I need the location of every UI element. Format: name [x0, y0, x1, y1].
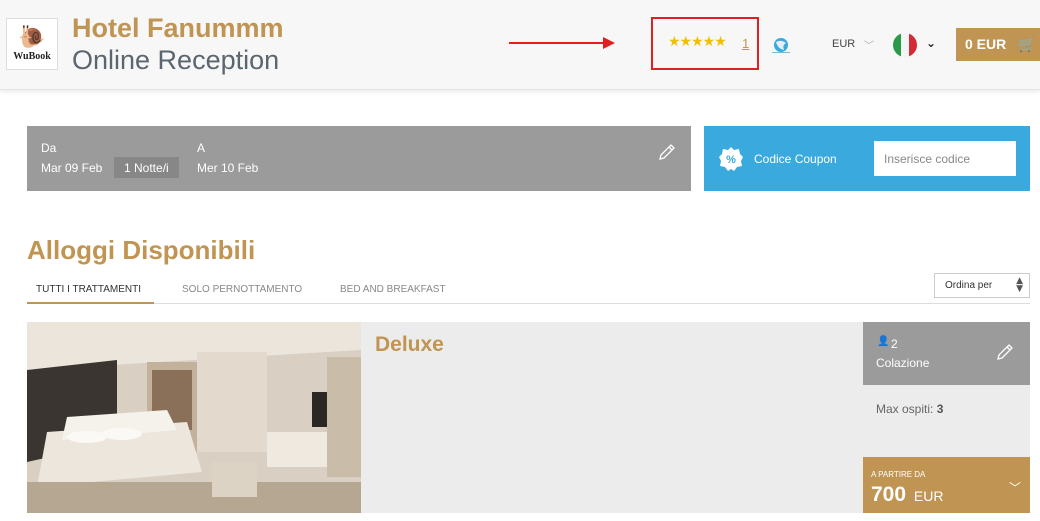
rating-stars: ★★★★★: [668, 34, 727, 50]
price-amount: 700: [871, 483, 907, 506]
price-label: A partire da: [871, 470, 926, 479]
max-guests-value: 3: [936, 402, 944, 416]
room-card: Deluxe: [27, 322, 863, 513]
guest-count: 2: [891, 337, 898, 351]
globe-underline: [772, 52, 790, 53]
meal-plan-tabs: Tutti i trattamenti Solo pernottamento B…: [27, 278, 1030, 304]
hotel-name: Hotel Fanummm: [72, 13, 284, 43]
tab-room-only[interactable]: Solo pernottamento: [182, 284, 302, 295]
checkin-date: Mar 09 Feb: [41, 161, 103, 175]
price-button[interactable]: A partire da 700 EUR ﹀: [863, 457, 1030, 513]
checkin-label: Da: [41, 141, 57, 155]
italy-flag-icon[interactable]: [893, 33, 917, 57]
tab-all-plans[interactable]: Tutti i trattamenti: [36, 284, 141, 295]
rate-panel: 👤 2 Colazione Max ospiti: 3 A partire da…: [863, 322, 1030, 513]
svg-text:%: %: [726, 154, 736, 166]
price-currency: EUR: [913, 488, 944, 504]
chevron-down-icon[interactable]: ⌄: [926, 36, 936, 50]
active-tab-indicator: [27, 302, 154, 304]
nights-badge: 1 Notte/i: [114, 157, 179, 178]
discount-badge-icon: %: [719, 147, 743, 171]
header: 🐌 WuBook Hotel Fanummm Online Reception …: [0, 0, 1040, 90]
checkout-date: Mer 10 Feb: [197, 161, 259, 175]
price-value: 700 EUR: [871, 483, 943, 507]
sort-label: Ordina per: [945, 280, 993, 291]
section-title: Alloggi Disponibili: [27, 235, 256, 265]
cart-icon: 🛒: [1018, 37, 1036, 53]
chevron-down-icon[interactable]: ﹀: [864, 37, 874, 52]
room-photo[interactable]: [27, 322, 361, 513]
coupon-label: Codice Coupon: [754, 152, 837, 166]
wubook-logo[interactable]: 🐌 WuBook: [6, 18, 58, 70]
cart-total: 0 EUR: [965, 36, 1007, 52]
chevron-down-icon: ﹀: [1009, 481, 1022, 495]
hotel-subtitle: Online Reception: [72, 45, 280, 75]
cart-button[interactable]: 0 EUR 🛒: [956, 28, 1040, 61]
review-count-link[interactable]: 1: [742, 36, 749, 51]
coupon-panel: % Codice Coupon: [704, 126, 1030, 191]
max-guests-label: Max ospiti:: [876, 402, 934, 416]
logo-text: WuBook: [13, 50, 51, 62]
tab-bed-and-breakfast[interactable]: Bed and breakfast: [340, 284, 446, 295]
pencil-icon[interactable]: [995, 342, 1015, 362]
annotation-highlight-box: ★★★★★ 1: [651, 17, 759, 70]
max-guests: Max ospiti: 3: [876, 402, 943, 416]
rate-options[interactable]: 👤 2 Colazione: [863, 322, 1030, 385]
sort-arrows-icon: ▲ ▼: [1016, 276, 1023, 294]
pencil-icon[interactable]: [657, 142, 677, 162]
checkout-label: A: [197, 141, 206, 155]
date-selector[interactable]: Da Mar 09 Feb 1 Notte/i A Mer 10 Feb: [27, 126, 691, 191]
room-name[interactable]: Deluxe: [375, 333, 444, 357]
currency-select[interactable]: EUR: [832, 38, 855, 50]
snail-logo-icon: 🐌: [18, 24, 46, 50]
person-icon: 👤: [877, 336, 890, 347]
coupon-code-input[interactable]: [874, 141, 1016, 176]
annotation-arrow: [509, 37, 615, 49]
meal-plan: Colazione: [876, 356, 930, 370]
sort-select[interactable]: Ordina per ▲ ▼: [934, 273, 1030, 298]
